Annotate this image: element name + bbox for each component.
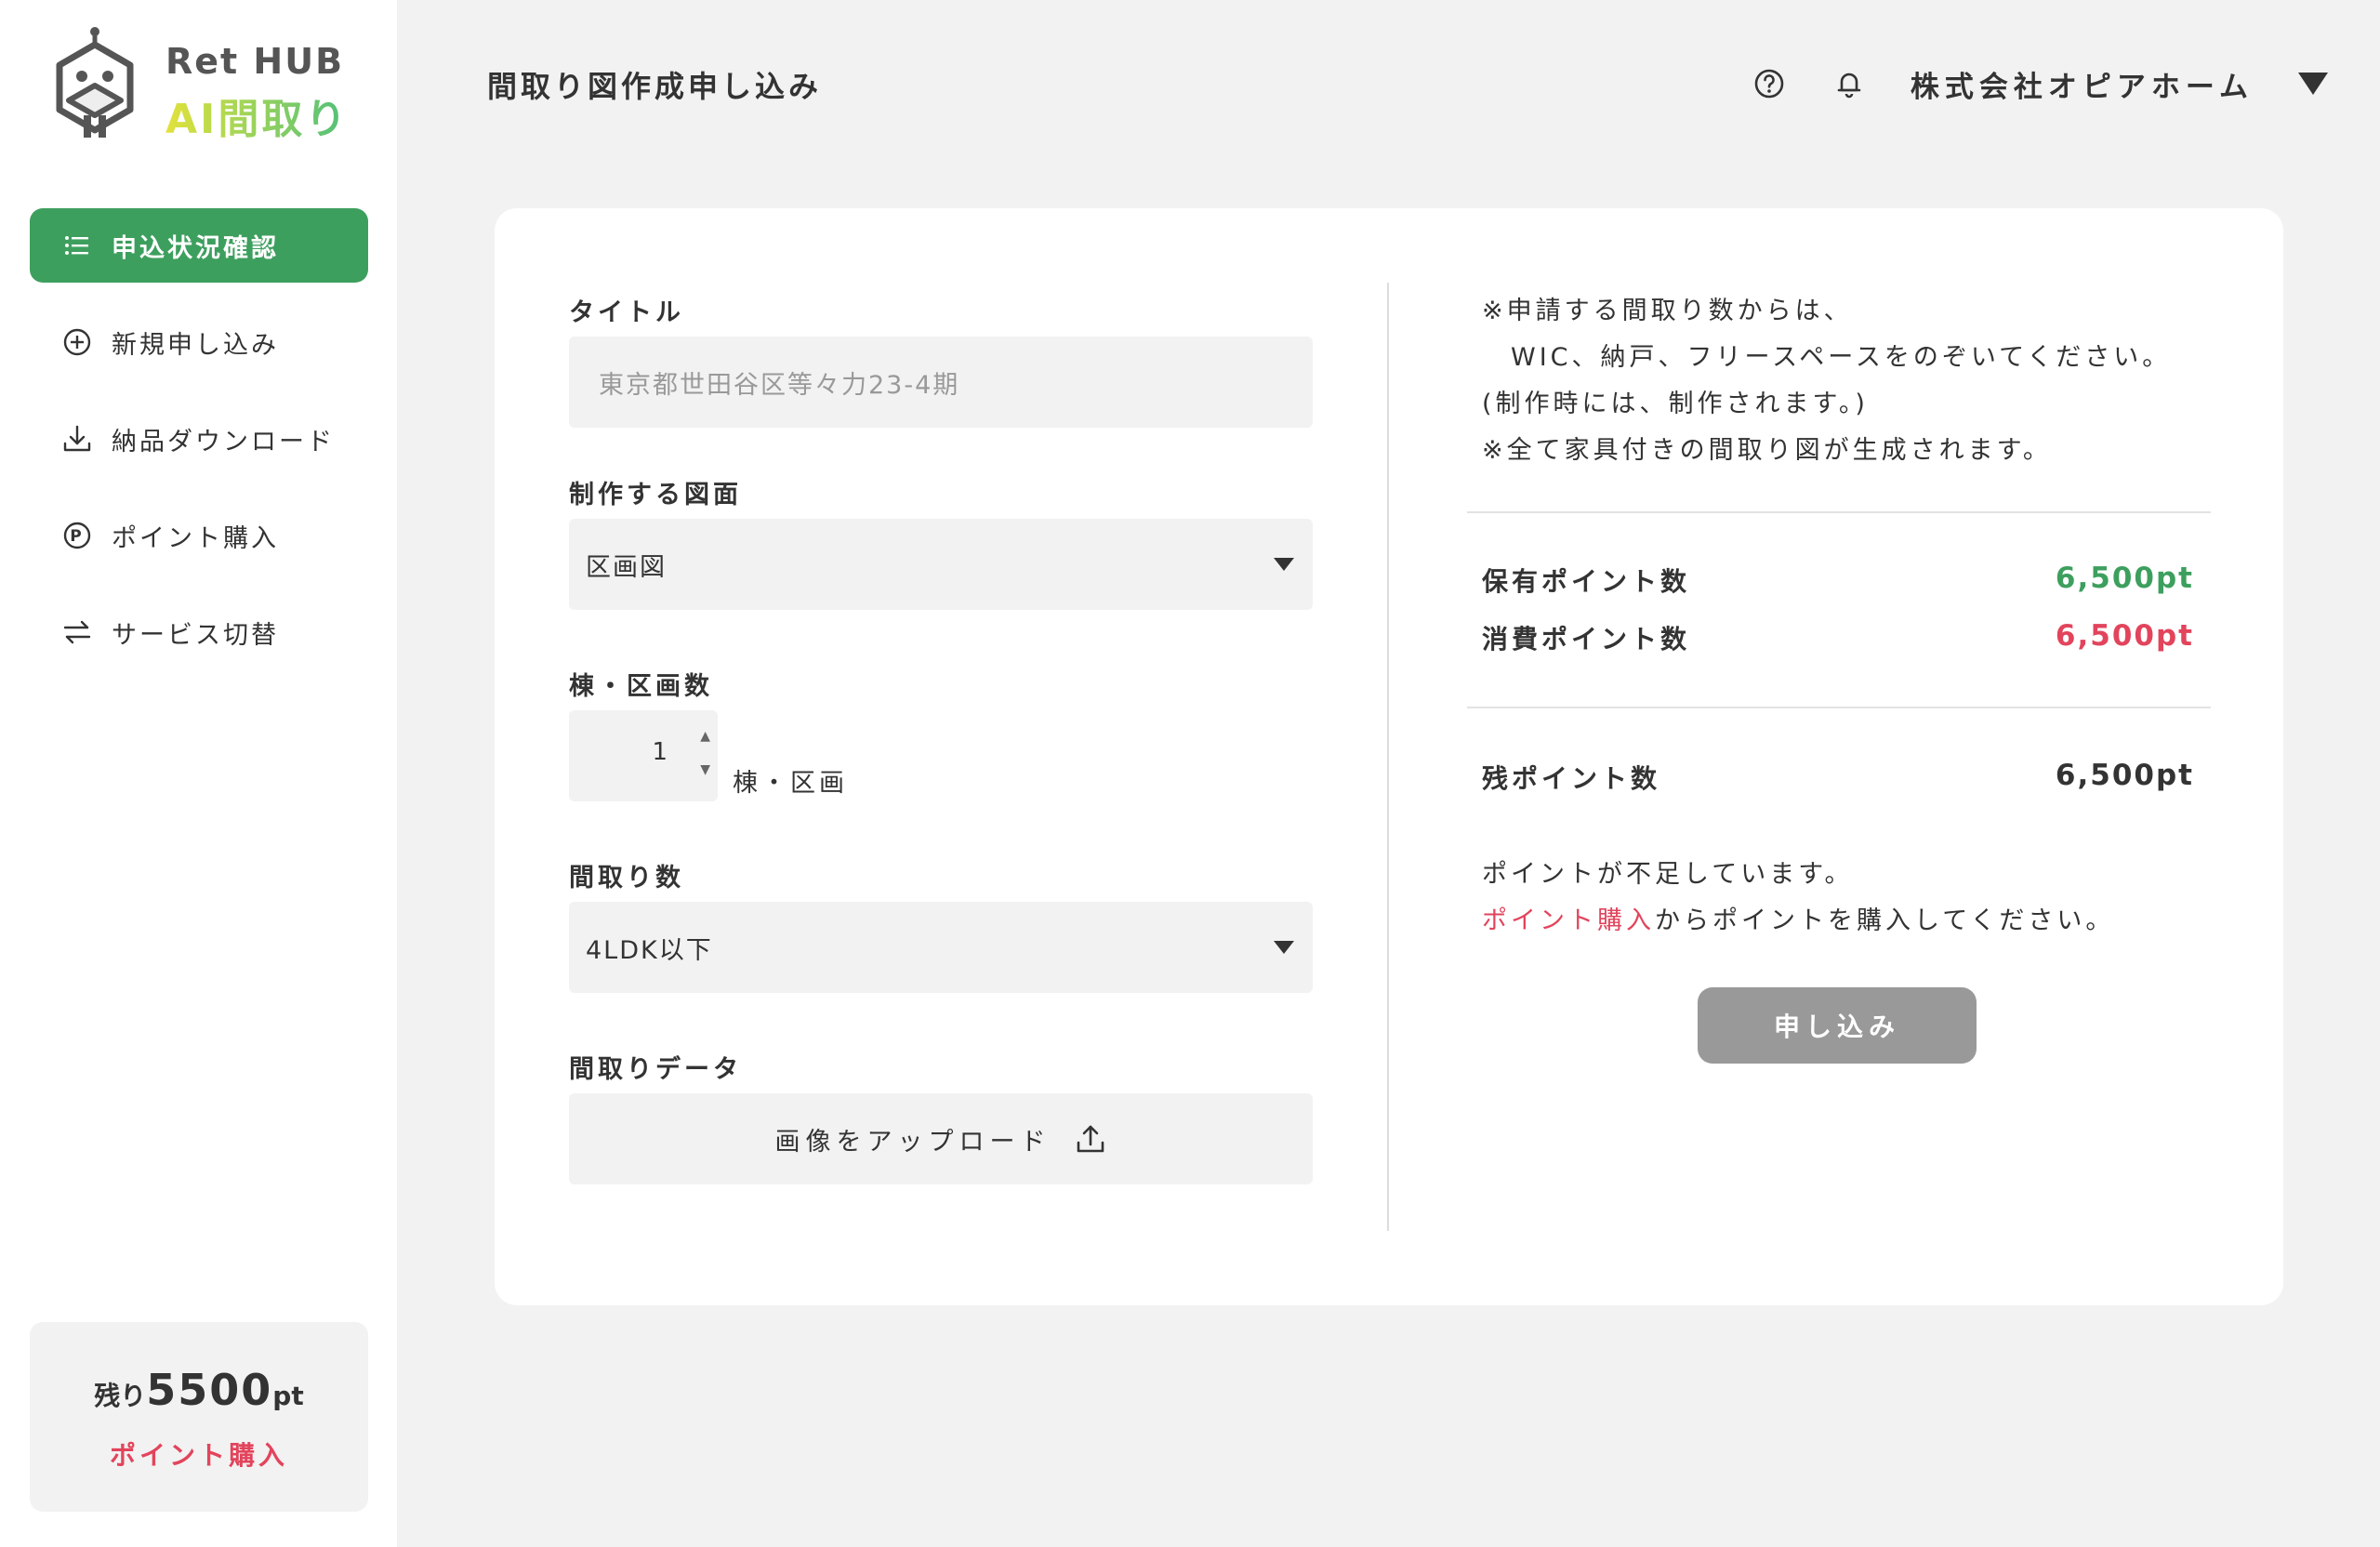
lots-count-unit: 棟・区画 [733, 769, 848, 798]
remaining-points-label: 残ポイント数 [1482, 763, 1661, 794]
buy-points-link[interactable]: ポイント購入 [1482, 906, 1655, 935]
warning-line: ポイント購入からポイントを購入してください。 [1482, 898, 2207, 945]
sidebar: Ret HUB AI間取り 申込状況確認 新規申し込み 納品ダウンロード P ポ… [0, 0, 397, 1547]
help-icon[interactable] [1751, 65, 1788, 102]
points-icon: P [61, 520, 93, 551]
room-count-select[interactable]: 4LDK以下 [569, 902, 1313, 993]
insufficient-points-warning: ポイントが不足しています。 ポイント購入からポイントを購入してください。 [1482, 852, 2207, 945]
lots-count-label: 棟・区画数 [569, 672, 713, 701]
remaining-points-value: 6,500pt [2055, 759, 2194, 792]
remaining-points-row: 残ポイント数 6,500pt [1482, 759, 2194, 805]
header-actions: 株式会社オピアホーム [1751, 61, 2328, 106]
upload-icon [1077, 1125, 1104, 1153]
sidebar-item-label: ポイント購入 [112, 523, 279, 553]
sidebar-item-new-application[interactable]: 新規申し込み [30, 305, 368, 379]
upload-image-label: 画像をアップロード [774, 1127, 1051, 1157]
note-line: WIC、納戸、フリースペースをのぞいてください。 [1482, 343, 2172, 372]
company-name[interactable]: 株式会社オピアホーム [1911, 63, 2254, 105]
divider [1467, 511, 2211, 513]
note-line: ※全て家具付きの間取り図が生成されます。 [1482, 436, 2052, 465]
sidebar-item-label: 申込状況確認 [112, 233, 279, 263]
note-line: ※申請する間取り数からは、 [1482, 297, 1853, 325]
remaining-points-unit: pt [272, 1381, 304, 1411]
note-line: (制作時には、制作されます。) [1482, 390, 1869, 418]
sidebar-nav: 申込状況確認 新規申し込み 納品ダウンロード P ポイント購入 サービス切替 [30, 208, 368, 692]
warning-line-rest: からポイントを購入してください。 [1655, 906, 2115, 935]
bell-icon[interactable] [1831, 65, 1868, 102]
consumed-points-row: 消費ポイント数 6,500pt [1482, 619, 2194, 666]
application-notes: ※申請する間取り数からは、 WIC、納戸、フリースペースをのぞいてください。 (… [1482, 288, 2207, 474]
drawing-type-select[interactable]: 区画図 [569, 519, 1313, 610]
held-points-row: 保有ポイント数 6,500pt [1482, 562, 2194, 608]
title-label: タイトル [569, 298, 684, 327]
floorplan-data-label: 間取りデータ [569, 1055, 742, 1084]
switch-icon [61, 616, 93, 648]
consumed-points-label: 消費ポイント数 [1482, 624, 1691, 654]
remaining-points-box: 残り5500pt ポイント購入 [30, 1322, 368, 1512]
remaining-points: 残り5500pt [30, 1365, 368, 1415]
lots-count-value: 1 [652, 738, 668, 766]
sidebar-item-point-purchase[interactable]: P ポイント購入 [30, 498, 368, 573]
lots-count-stepper[interactable]: 1 ▲ ▼ [569, 710, 718, 801]
submit-button[interactable]: 申し込み [1698, 987, 1977, 1064]
svg-text:P: P [70, 527, 84, 546]
sidebar-item-service-switch[interactable]: サービス切替 [30, 595, 368, 669]
logo[interactable]: Ret HUB AI間取り [56, 24, 353, 145]
download-icon [61, 423, 93, 455]
sidebar-item-application-status[interactable]: 申込状況確認 [30, 208, 368, 283]
vertical-divider [1387, 283, 1389, 1231]
list-icon [61, 230, 93, 261]
application-card: タイトル 東京都世田谷区等々力23-4期 制作する図面 区画図 棟・区画数 1 … [495, 208, 2283, 1305]
held-points-value: 6,500pt [2055, 562, 2194, 595]
remaining-points-prefix: 残り [94, 1381, 147, 1411]
warning-line: ポイントが不足しています。 [1482, 860, 1854, 889]
chevron-down-icon [1274, 941, 1294, 954]
page-title: 間取り図作成申し込み [487, 69, 823, 104]
remaining-points-value: 5500 [146, 1365, 273, 1415]
room-count-label: 間取り数 [569, 864, 684, 892]
brand-line1: Ret HUB [165, 41, 345, 82]
divider [1467, 707, 2211, 708]
room-count-value: 4LDK以下 [586, 935, 713, 965]
brand-line2: AI間取り [165, 86, 349, 145]
robot-logo-icon [56, 27, 134, 138]
account-dropdown-caret-icon[interactable] [2298, 73, 2328, 95]
plus-circle-icon [61, 326, 93, 358]
sidebar-item-label: サービス切替 [112, 620, 279, 650]
stepper-down-icon[interactable]: ▼ [700, 762, 710, 777]
sidebar-item-label: 新規申し込み [112, 330, 279, 360]
title-input[interactable]: 東京都世田谷区等々力23-4期 [569, 337, 1313, 428]
sidebar-item-label: 納品ダウンロード [112, 427, 335, 456]
drawing-type-value: 区画図 [586, 552, 667, 582]
consumed-points-value: 6,500pt [2055, 619, 2194, 653]
drawing-type-label: 制作する図面 [569, 481, 742, 509]
sidebar-buy-points-link[interactable]: ポイント購入 [30, 1435, 368, 1473]
sidebar-item-delivery-download[interactable]: 納品ダウンロード [30, 402, 368, 476]
chevron-down-icon [1274, 558, 1294, 571]
stepper-up-icon[interactable]: ▲ [700, 729, 710, 744]
upload-image-button[interactable]: 画像をアップロード [569, 1093, 1313, 1184]
held-points-label: 保有ポイント数 [1482, 566, 1691, 597]
